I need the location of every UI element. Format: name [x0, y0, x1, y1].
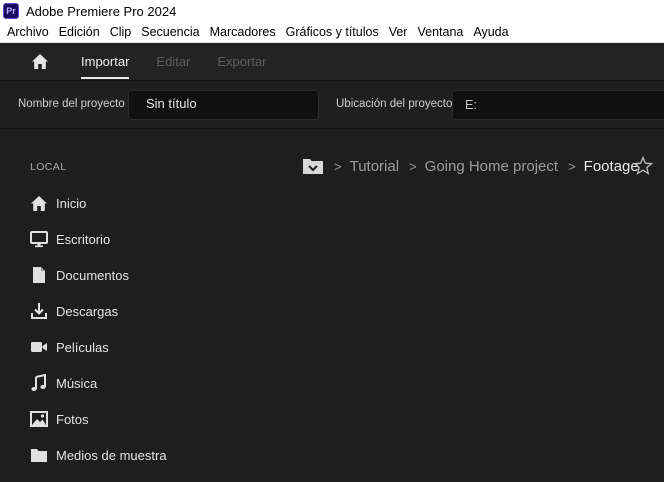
download-icon — [30, 302, 48, 320]
sidebar-item-inicio[interactable]: Inicio — [30, 193, 86, 213]
menu-edicion[interactable]: Edición — [54, 25, 105, 39]
menu-archivo[interactable]: Archivo — [0, 25, 54, 39]
video-camera-icon — [30, 338, 48, 356]
menu-bar: Archivo Edición Clip Secuencia Marcadore… — [0, 22, 664, 43]
project-location-label: Ubicación del proyecto — [336, 98, 453, 110]
tab-exportar[interactable]: Exportar — [217, 43, 266, 81]
home-icon — [30, 194, 48, 212]
folder-dropdown-icon[interactable] — [302, 157, 324, 175]
image-icon — [30, 410, 48, 428]
window-title: Adobe Premiere Pro 2024 — [26, 3, 177, 19]
sidebar-item-label: Medios de muestra — [56, 447, 167, 463]
breadcrumb-separator: > — [409, 158, 417, 174]
menu-secuencia[interactable]: Secuencia — [136, 25, 204, 39]
favorite-star-button[interactable] — [632, 155, 654, 177]
breadcrumb-separator: > — [568, 158, 576, 174]
sidebar-item-descargas[interactable]: Descargas — [30, 301, 118, 321]
sidebar-item-label: Fotos — [56, 411, 89, 427]
menu-ventana[interactable]: Ventana — [412, 25, 468, 39]
menu-marcadores[interactable]: Marcadores — [205, 25, 281, 39]
sidebar-section-local: LOCAL — [30, 161, 67, 173]
breadcrumb: > Tutorial > Going Home project > Footag… — [302, 154, 639, 178]
sidebar-item-documentos[interactable]: Documentos — [30, 265, 129, 285]
menu-clip[interactable]: Clip — [105, 25, 137, 39]
home-icon — [32, 54, 48, 69]
music-icon — [30, 374, 48, 392]
sidebar-item-label: Inicio — [56, 195, 87, 211]
sidebar-item-label: Documentos — [56, 267, 129, 283]
tab-importar[interactable]: Importar — [81, 43, 130, 81]
breadcrumb-going-home-project[interactable]: Going Home project — [425, 158, 558, 175]
sidebar-item-label: Películas — [56, 339, 109, 355]
sidebar-item-peliculas[interactable]: Películas — [30, 337, 109, 357]
breadcrumb-footage[interactable]: Footage — [584, 158, 639, 175]
project-name-input[interactable]: Sin título — [128, 90, 319, 120]
sidebar-item-label: Música — [56, 375, 98, 391]
sidebar-item-escritorio[interactable]: Escritorio — [30, 229, 110, 249]
title-bar: Pr Adobe Premiere Pro 2024 — [0, 0, 664, 22]
project-location-dropdown[interactable]: E: — [452, 90, 664, 120]
menu-graficos-y-titulos[interactable]: Gráficos y títulos — [281, 25, 384, 39]
tab-editar[interactable]: Editar — [156, 43, 190, 81]
folder-icon — [30, 446, 48, 464]
breadcrumb-tutorial[interactable]: Tutorial — [350, 158, 399, 175]
project-settings-row: Nombre del proyecto Sin título Ubicación… — [0, 81, 664, 129]
sidebar-item-label: Descargas — [56, 303, 119, 319]
document-icon — [30, 266, 48, 284]
sidebar-item-fotos[interactable]: Fotos — [30, 409, 89, 429]
workspace-nav: Importar Editar Exportar — [0, 43, 664, 81]
menu-ayuda[interactable]: Ayuda — [468, 25, 513, 39]
project-name-label: Nombre del proyecto — [18, 98, 125, 110]
sidebar-item-label: Escritorio — [56, 231, 111, 247]
sidebar-item-musica[interactable]: Música — [30, 373, 97, 393]
star-icon — [633, 156, 653, 175]
premiere-app-icon: Pr — [3, 3, 19, 19]
desktop-icon — [30, 230, 48, 248]
home-button[interactable] — [29, 51, 51, 73]
breadcrumb-separator: > — [334, 158, 342, 174]
menu-ver[interactable]: Ver — [384, 25, 413, 39]
sidebar-item-medios-de-muestra[interactable]: Medios de muestra — [30, 445, 167, 465]
